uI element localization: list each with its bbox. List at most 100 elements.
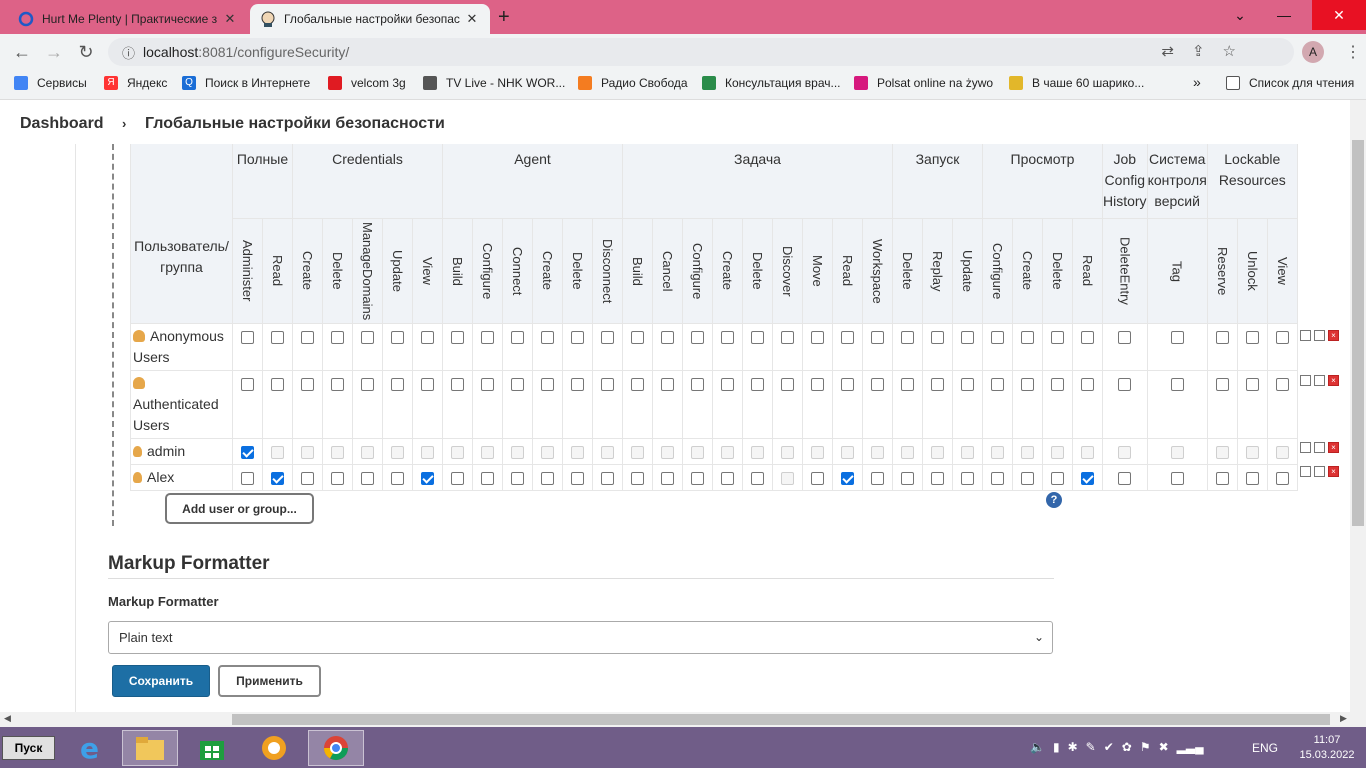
permission-checkbox[interactable]: [361, 377, 374, 391]
permission-checkbox[interactable]: [991, 377, 1004, 391]
bookmark-item[interactable]: TV Live - NHK WOR...: [423, 76, 565, 90]
copy-icon[interactable]: [1314, 375, 1325, 386]
permission-checkbox[interactable]: [391, 377, 404, 391]
tray-app-icon[interactable]: ✿: [1122, 740, 1132, 754]
add-user-or-group-button[interactable]: Add user or group...: [165, 493, 314, 524]
bookmark-item[interactable]: Polsat online na żywo: [854, 76, 993, 90]
permission-checkbox[interactable]: [841, 330, 854, 344]
permission-checkbox[interactable]: [961, 377, 974, 391]
permission-checkbox[interactable]: [601, 330, 614, 344]
permission-checkbox[interactable]: [931, 471, 944, 485]
permission-checkbox[interactable]: [391, 330, 404, 344]
permission-checkbox[interactable]: [841, 471, 854, 485]
bookmark-star-icon[interactable]: ☆: [1223, 42, 1236, 60]
permission-checkbox[interactable]: [1051, 471, 1064, 485]
permission-checkbox[interactable]: [1215, 471, 1229, 485]
permission-checkbox[interactable]: [991, 471, 1004, 485]
minimize-icon[interactable]: —: [1262, 0, 1306, 30]
permission-checkbox[interactable]: [301, 471, 314, 485]
permission-checkbox[interactable]: [451, 471, 464, 485]
scroll-left-icon[interactable]: ◀: [4, 713, 11, 724]
delete-icon[interactable]: ×: [1328, 330, 1339, 341]
permission-checkbox[interactable]: [331, 377, 344, 391]
permission-checkbox[interactable]: [1245, 471, 1259, 485]
permission-checkbox[interactable]: [631, 471, 644, 485]
permission-checkbox[interactable]: [1081, 471, 1094, 485]
permission-checkbox[interactable]: [661, 377, 674, 391]
permission-checkbox[interactable]: [541, 377, 554, 391]
permission-checkbox[interactable]: [421, 471, 434, 485]
tray-app-icon[interactable]: ✎: [1086, 740, 1096, 754]
delete-icon[interactable]: ×: [1328, 466, 1339, 477]
permission-checkbox[interactable]: [991, 330, 1004, 344]
permission-checkbox[interactable]: [721, 471, 734, 485]
reload-icon[interactable]: ↻: [70, 42, 102, 63]
permission-checkbox[interactable]: [511, 471, 524, 485]
permission-checkbox[interactable]: [601, 471, 614, 485]
select-all-icon[interactable]: [1300, 375, 1311, 386]
permission-checkbox[interactable]: [1021, 377, 1034, 391]
store-app-icon[interactable]: [184, 730, 240, 766]
signal-icon[interactable]: ▂▃▄: [1177, 740, 1204, 754]
permission-checkbox[interactable]: [901, 377, 914, 391]
permission-checkbox[interactable]: [1275, 471, 1289, 485]
permission-checkbox[interactable]: [301, 330, 314, 344]
permission-checkbox[interactable]: [511, 330, 524, 344]
select-all-icon[interactable]: [1300, 330, 1311, 341]
permission-checkbox[interactable]: [241, 471, 254, 485]
bookmark-item[interactable]: velcom 3g: [328, 76, 406, 90]
copy-icon[interactable]: [1314, 330, 1325, 341]
permission-checkbox[interactable]: [1118, 471, 1132, 485]
permission-checkbox[interactable]: [1118, 377, 1132, 391]
explorer-app-icon[interactable]: [122, 730, 178, 766]
permission-checkbox[interactable]: [541, 330, 554, 344]
permission-checkbox[interactable]: [1245, 377, 1259, 391]
reading-list-button[interactable]: Список для чтения: [1226, 76, 1354, 90]
select-all-icon[interactable]: [1300, 466, 1311, 477]
permission-checkbox[interactable]: [1215, 330, 1229, 344]
bookmark-item[interactable]: Q Поиск в Интернете: [182, 76, 310, 90]
scroll-thumb[interactable]: [232, 714, 1330, 725]
permission-checkbox[interactable]: [1021, 471, 1034, 485]
permission-checkbox[interactable]: [571, 471, 584, 485]
ie-app-icon[interactable]: e: [62, 730, 118, 766]
browser-tab-active[interactable]: Глобальные настройки безопас ✕: [250, 4, 490, 34]
permission-checkbox[interactable]: [691, 471, 704, 485]
permission-checkbox[interactable]: [781, 330, 794, 344]
horizontal-scrollbar[interactable]: ◀ ▶: [0, 712, 1366, 727]
check-icon[interactable]: ✔: [1104, 740, 1114, 754]
permission-checkbox[interactable]: [871, 377, 884, 391]
permission-checkbox[interactable]: [271, 471, 284, 485]
permission-checkbox[interactable]: [1051, 377, 1064, 391]
permission-checkbox[interactable]: [481, 377, 494, 391]
permission-checkbox[interactable]: [901, 330, 914, 344]
permission-checkbox[interactable]: [601, 377, 614, 391]
info-icon[interactable]: ⓘ: [122, 43, 135, 62]
permission-checkbox[interactable]: [961, 330, 974, 344]
save-button[interactable]: Сохранить: [112, 665, 210, 697]
permission-checkbox[interactable]: [1118, 330, 1132, 344]
select-all-icon[interactable]: [1300, 442, 1311, 453]
permission-checkbox[interactable]: [841, 377, 854, 391]
share-icon[interactable]: ⇪: [1192, 42, 1205, 60]
breadcrumb-current[interactable]: Глобальные настройки безопасности: [145, 115, 445, 133]
permission-checkbox[interactable]: [451, 330, 464, 344]
permission-checkbox[interactable]: [241, 377, 254, 391]
permission-checkbox[interactable]: [541, 471, 554, 485]
permission-checkbox[interactable]: [901, 471, 914, 485]
permission-checkbox[interactable]: [961, 471, 974, 485]
permission-checkbox[interactable]: [1170, 330, 1184, 344]
permission-checkbox[interactable]: [1215, 377, 1229, 391]
battery-icon[interactable]: ▮: [1053, 740, 1060, 754]
back-icon[interactable]: ←: [6, 42, 38, 63]
profile-avatar[interactable]: A: [1302, 41, 1324, 63]
permission-checkbox[interactable]: [451, 377, 464, 391]
permission-checkbox[interactable]: [631, 377, 644, 391]
permission-checkbox[interactable]: [811, 330, 824, 344]
permission-checkbox[interactable]: [1275, 330, 1289, 344]
scroll-thumb[interactable]: [1352, 140, 1364, 526]
permission-checkbox[interactable]: [751, 330, 764, 344]
permission-checkbox[interactable]: [331, 330, 344, 344]
copy-icon[interactable]: [1314, 442, 1325, 453]
copy-icon[interactable]: [1314, 466, 1325, 477]
